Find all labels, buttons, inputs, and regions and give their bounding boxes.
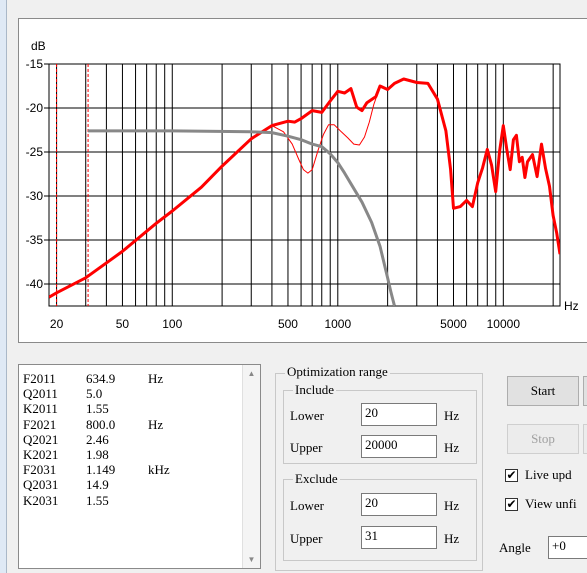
param-value: 1.55 bbox=[86, 401, 109, 417]
filter-parameters-list[interactable]: F2011 634.9 Hz Q2011 5.0 K2011 1.55 F2021 800.0 H… bbox=[18, 364, 261, 569]
x-tick-label: 1000 bbox=[324, 317, 351, 331]
param-unit: Hz bbox=[148, 416, 164, 432]
param-name: F2011 bbox=[23, 371, 56, 387]
exclude-upper-label: Upper bbox=[290, 531, 323, 546]
x-tick-label: 500 bbox=[278, 317, 298, 331]
param-row: K2031 1.55 bbox=[23, 493, 170, 508]
view-unfiltered-label: View unfi bbox=[525, 496, 577, 511]
x-tick-label: 50 bbox=[116, 317, 130, 331]
param-row: K2011 1.55 bbox=[23, 401, 170, 416]
include-lower-label: Lower bbox=[290, 408, 324, 423]
parameters-table: F2011 634.9 Hz Q2011 5.0 K2011 1.55 F2021 800.0 H… bbox=[23, 371, 170, 508]
param-unit bbox=[148, 447, 170, 462]
param-value: 1.98 bbox=[86, 447, 109, 463]
plot-frame bbox=[48, 63, 561, 307]
start-button[interactable]: Start bbox=[507, 376, 579, 406]
optimization-range-title: Optimization range bbox=[285, 364, 390, 379]
param-row: Q2011 5.0 bbox=[23, 386, 170, 401]
include-title: Include bbox=[293, 382, 336, 397]
include-lower-unit: Hz bbox=[444, 408, 460, 423]
param-value: 800.0 bbox=[86, 416, 116, 432]
view-unfiltered-checkbox[interactable]: ✔ bbox=[505, 498, 518, 511]
frequency-response-plot: -15 -20 -25 -30 -35 -40 20 50 100 500 1000 5000 1000… bbox=[18, 18, 587, 343]
live-update-checkbox[interactable]: ✔ bbox=[505, 469, 518, 482]
param-name: F2021 bbox=[23, 416, 57, 432]
param-value: 1.55 bbox=[86, 492, 109, 508]
param-name: Q2021 bbox=[23, 431, 59, 447]
y-axis-label: dB bbox=[31, 39, 46, 53]
param-row: K2021 1.98 bbox=[23, 447, 170, 462]
param-value: 14.9 bbox=[86, 477, 109, 493]
include-upper-input[interactable]: 20000 bbox=[361, 435, 437, 458]
param-row: Q2021 2.46 bbox=[23, 432, 170, 447]
param-name: Q2031 bbox=[23, 477, 59, 493]
checkmark-icon: ✔ bbox=[506, 468, 517, 482]
exclude-lower-unit: Hz bbox=[444, 498, 460, 513]
param-unit bbox=[148, 386, 170, 401]
param-name: Q2011 bbox=[23, 386, 58, 402]
secondary-button-partial[interactable] bbox=[583, 376, 587, 406]
series-line-red-thin bbox=[250, 86, 381, 174]
parameters-scrollbar[interactable]: ▲ ▼ bbox=[242, 365, 260, 568]
y-tick-label: -20 bbox=[26, 101, 44, 115]
stop-button[interactable]: Stop bbox=[507, 424, 579, 454]
param-row: F2011 634.9 Hz bbox=[23, 371, 170, 386]
param-row: Q2031 14.9 bbox=[23, 477, 170, 492]
window-left-border bbox=[0, 0, 7, 573]
exclude-upper-unit: Hz bbox=[444, 531, 460, 546]
include-upper-label: Upper bbox=[290, 440, 323, 455]
angle-input[interactable]: +0 bbox=[548, 536, 587, 559]
checkmark-icon: ✔ bbox=[506, 497, 517, 511]
param-value: 1.149 bbox=[86, 462, 116, 478]
y-tick-label: -30 bbox=[26, 189, 44, 203]
x-tick-label: 20 bbox=[50, 317, 64, 331]
plot-svg: -15 -20 -25 -30 -35 -40 20 50 100 500 1000 5000 1000… bbox=[26, 39, 579, 331]
angle-label: Angle bbox=[499, 540, 531, 555]
param-unit bbox=[148, 432, 170, 447]
param-name: K2031 bbox=[23, 492, 59, 508]
x-tick-label: 5000 bbox=[440, 317, 467, 331]
param-value: 2.46 bbox=[86, 431, 109, 447]
include-upper-unit: Hz bbox=[444, 440, 460, 455]
exclude-upper-input[interactable]: 31 bbox=[361, 526, 437, 549]
exclude-lower-input[interactable]: 20 bbox=[361, 493, 437, 516]
x-axis-label: Hz bbox=[564, 299, 579, 313]
series-line-gray bbox=[88, 129, 396, 306]
series-line-red bbox=[49, 77, 560, 299]
param-row: F2031 1.149 kHz bbox=[23, 462, 170, 477]
param-unit bbox=[148, 401, 170, 416]
include-lower-input[interactable]: 20 bbox=[361, 403, 437, 426]
param-unit: Hz bbox=[148, 371, 164, 387]
param-value: 5.0 bbox=[86, 386, 103, 402]
live-update-label: Live upd bbox=[525, 467, 572, 482]
exclude-title: Exclude bbox=[293, 471, 340, 486]
param-unit bbox=[148, 477, 170, 492]
param-value: 634.9 bbox=[86, 371, 116, 387]
param-name: K2021 bbox=[23, 447, 59, 463]
y-tick-label: -35 bbox=[26, 233, 44, 247]
y-tick-label: -15 bbox=[26, 57, 44, 71]
scroll-down-icon[interactable]: ▼ bbox=[243, 551, 260, 568]
exclude-lower-label: Lower bbox=[290, 498, 324, 513]
param-name: F2031 bbox=[23, 462, 57, 478]
param-name: K2011 bbox=[23, 401, 58, 417]
param-unit bbox=[148, 493, 170, 508]
secondary-button-partial-2[interactable] bbox=[583, 424, 587, 454]
x-tick-label: 100 bbox=[162, 317, 182, 331]
x-tick-label: 10000 bbox=[487, 317, 521, 331]
scroll-up-icon[interactable]: ▲ bbox=[243, 365, 260, 382]
y-tick-label: -25 bbox=[26, 145, 44, 159]
param-row: F2021 800.0 Hz bbox=[23, 417, 170, 432]
param-unit: kHz bbox=[148, 462, 170, 478]
y-tick-label: -40 bbox=[26, 277, 44, 291]
